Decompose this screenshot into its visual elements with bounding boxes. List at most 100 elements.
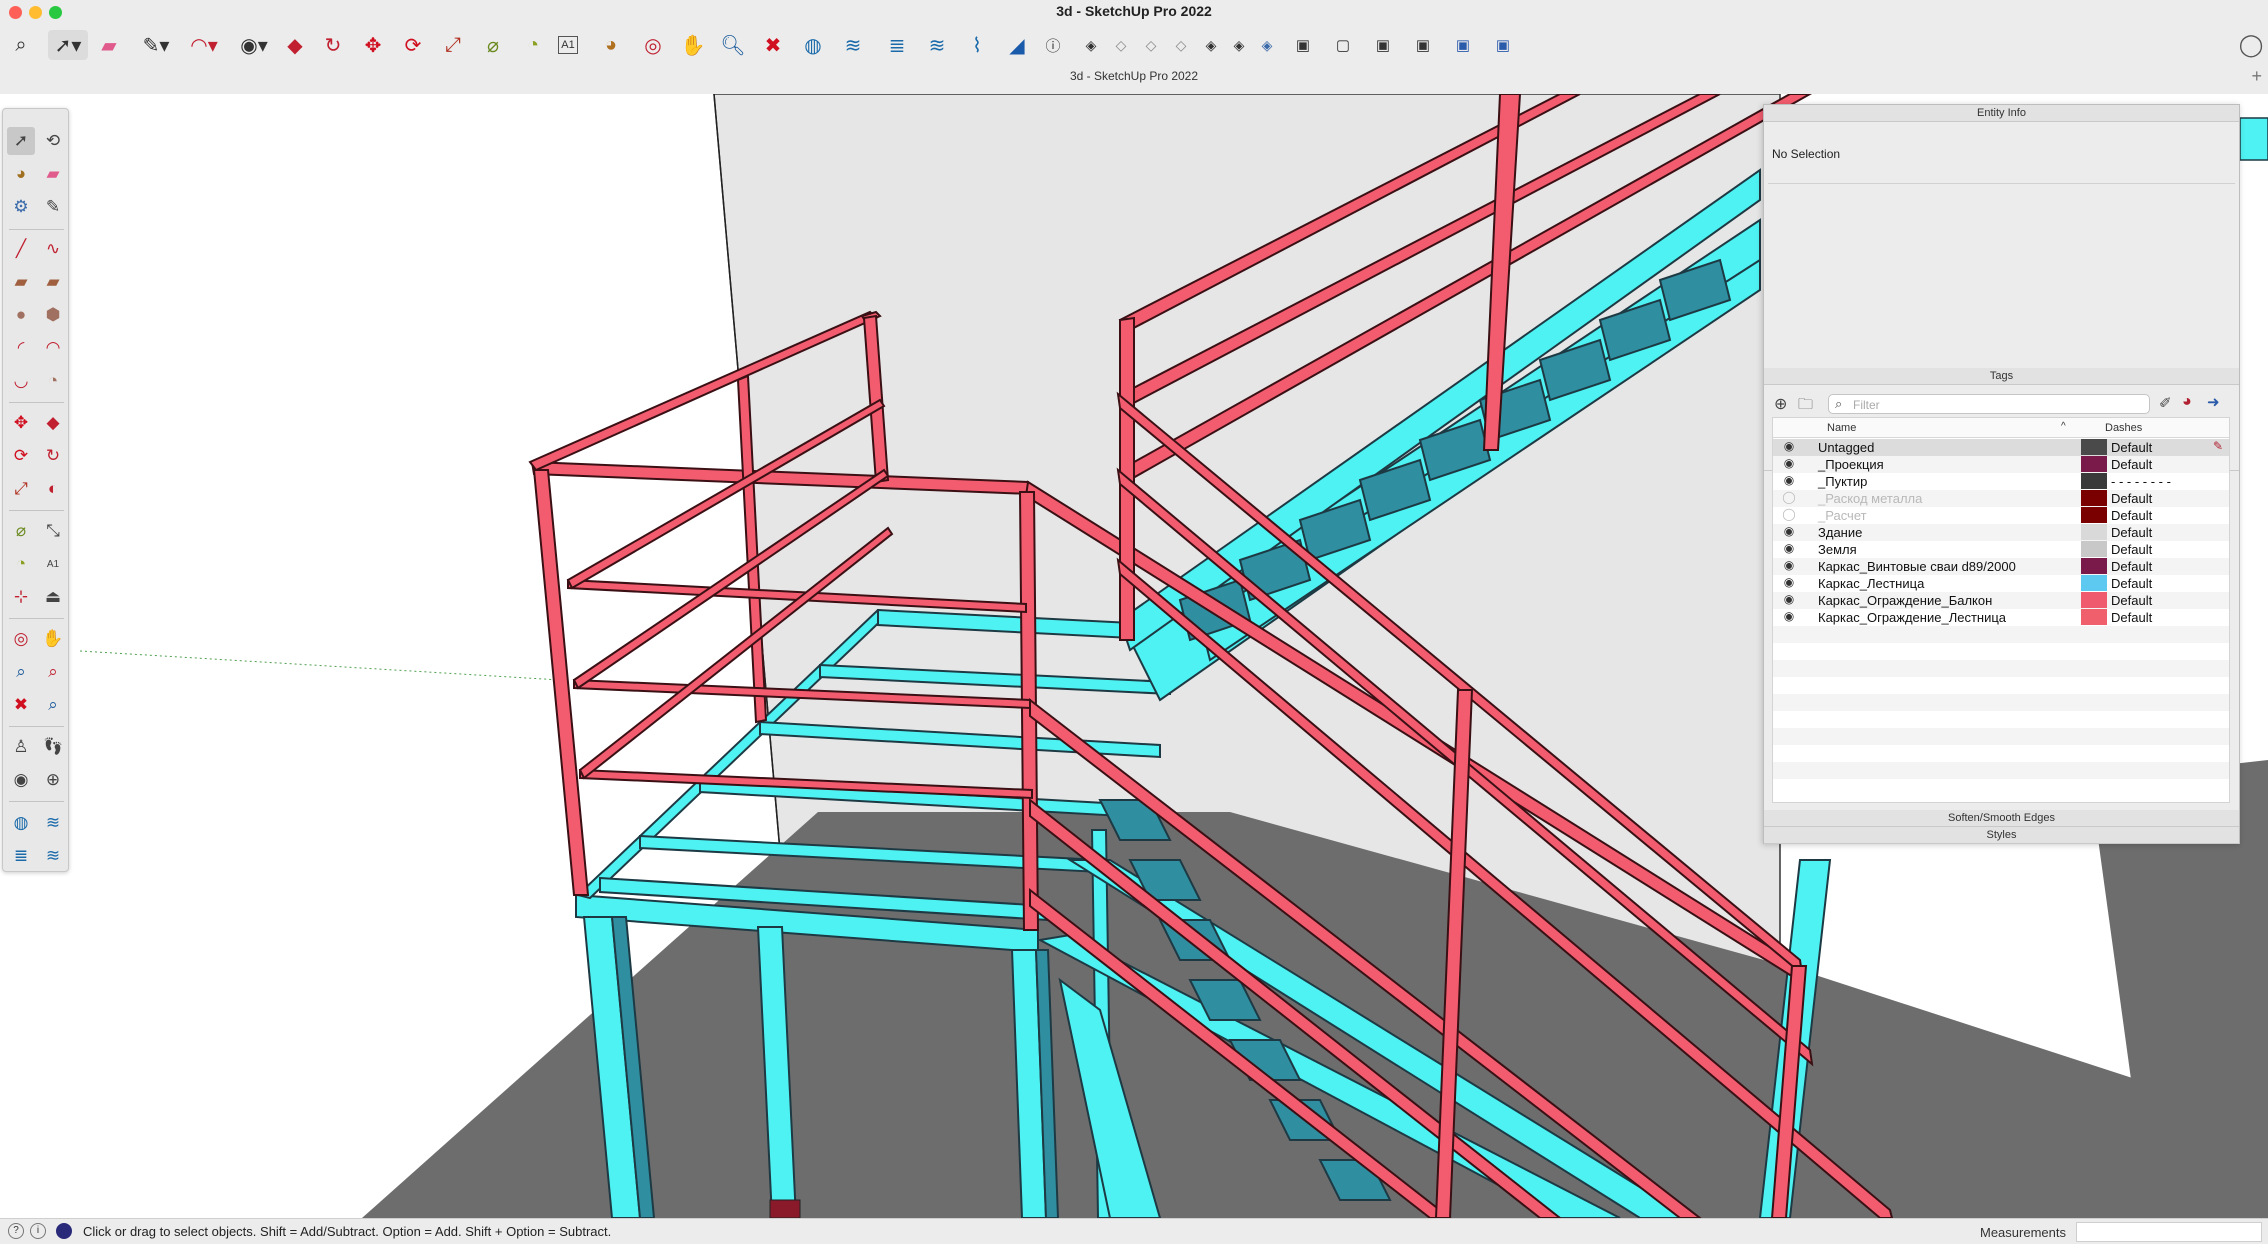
rotated-rectangle-tool-icon[interactable]: ▰ [39, 268, 67, 296]
layers-tool-icon[interactable]: ≣ [7, 842, 35, 870]
position-camera-tool-icon[interactable]: ♙ [7, 733, 35, 761]
eye-icon[interactable]: ◉ [1781, 558, 1797, 572]
tag-dashes[interactable]: Default [2111, 457, 2152, 472]
tag-name[interactable]: Земля [1818, 542, 1857, 557]
tag-dashes[interactable]: Default [2111, 610, 2152, 625]
arc-icon[interactable]: ◠▾ [184, 30, 224, 60]
eye-icon[interactable]: ◉ [1781, 524, 1797, 538]
bottom-view-icon[interactable]: ◈ [1252, 30, 1282, 60]
axes-tool-icon[interactable]: ⊹ [7, 583, 35, 611]
color-by-tag-icon[interactable]: ◕ [2182, 393, 2192, 411]
offset-tool-icon[interactable]: ◐ [39, 475, 67, 503]
3pt-arc-tool-icon[interactable]: ◡ [7, 367, 35, 395]
tag-dashes[interactable]: Default [2111, 508, 2152, 523]
freehand-tool-icon[interactable]: ∿ [39, 235, 67, 263]
paint-bucket-icon[interactable]: ◕ [596, 30, 626, 60]
protractor-tool-icon[interactable]: ◔ [7, 550, 35, 578]
tag-row[interactable]: ◉ Каркас_Винтовые сваи d89/2000 Default [1773, 558, 2229, 575]
tag-name[interactable]: _Раскод металла [1818, 491, 1922, 506]
select-icon[interactable]: ➚▾ [48, 30, 88, 60]
push-pull-tool-icon[interactable]: ◆ [39, 409, 67, 437]
pan-tool-icon[interactable]: ✋ [39, 625, 67, 653]
tags-icon[interactable]: ≋ [838, 30, 868, 60]
tag-name[interactable]: Каркас_Ограждение_Лестница [1818, 610, 2006, 625]
tag-name[interactable]: _Проекция [1818, 457, 1884, 472]
eye-closed-icon[interactable]: ◯ [1781, 507, 1797, 521]
scale-icon[interactable]: ⤢ [438, 30, 468, 60]
zoom-extents-icon[interactable]: ✖ [758, 30, 788, 60]
instructor-icon[interactable] [56, 1223, 72, 1239]
tag-color-swatch[interactable] [2081, 592, 2107, 608]
pencil-tool-icon[interactable]: ✎ [39, 193, 67, 221]
tag-color-swatch[interactable] [2081, 507, 2107, 523]
tag-dashes[interactable]: Default [2111, 491, 2152, 506]
sandbox-icon[interactable]: ⌇ [962, 30, 992, 60]
scale-tool-icon[interactable]: ⤢ [7, 475, 35, 503]
measurements-input[interactable] [2076, 1222, 2262, 1242]
pie-tool-icon[interactable]: ◔ [39, 367, 67, 395]
tag-color-swatch[interactable] [2081, 541, 2107, 557]
tags-filter-input[interactable]: ⌕ Filter [1828, 394, 2150, 414]
tag-color-swatch[interactable] [2081, 558, 2107, 574]
orbit-icon[interactable]: ◎ [638, 30, 668, 60]
section-plane-tool-icon[interactable]: ⊕ [39, 766, 67, 794]
tag-row[interactable]: ◉ _Проекция Default [1773, 456, 2229, 473]
credits-icon[interactable]: i [30, 1223, 46, 1239]
add-tab-button[interactable]: + [2251, 66, 2262, 87]
outliner-tool-icon[interactable]: ◍ [7, 809, 35, 837]
tag-dashes[interactable]: Default [2111, 542, 2152, 557]
tape-measure-icon[interactable]: ⌀ [478, 30, 508, 60]
select-tool-icon[interactable]: ➚ [7, 127, 35, 155]
eye-icon[interactable]: ◉ [1781, 473, 1797, 487]
textured-style-icon[interactable]: ▣ [1448, 30, 1478, 60]
eye-icon[interactable]: ◉ [1781, 609, 1797, 623]
tag-color-swatch[interactable] [2081, 490, 2107, 506]
zoom-tool-icon[interactable]: ⌕ [7, 658, 35, 686]
tag-dashes[interactable]: Default [2111, 593, 2152, 608]
zoom-window-tool-icon[interactable]: ⌕ [39, 658, 67, 686]
back-view-icon[interactable]: ◈ [1196, 30, 1226, 60]
follow-me-icon[interactable]: ↻ [318, 30, 348, 60]
section-tool-icon[interactable]: ⏏ [39, 583, 67, 611]
pencil-icon[interactable]: ✎▾ [136, 30, 176, 60]
sandbox-tool-icon[interactable]: ≋ [39, 842, 67, 870]
tag-name[interactable]: Каркас_Ограждение_Балкон [1818, 593, 1992, 608]
dimension-tool-icon[interactable]: ⤡ [39, 517, 67, 545]
eye-icon[interactable]: ◉ [1781, 592, 1797, 606]
tag-row[interactable]: ◯ _Расчет Default [1773, 507, 2229, 524]
eraser-icon[interactable]: ▰ [94, 30, 124, 60]
text-icon[interactable]: A1 [558, 36, 578, 54]
tag-tool-icon[interactable]: ✐ [2159, 394, 2172, 412]
tags-tool-icon[interactable]: ⚙ [7, 193, 35, 221]
tag-color-swatch[interactable] [2081, 439, 2107, 455]
left-view-icon[interactable]: ◈ [1224, 30, 1254, 60]
entity-info-header[interactable]: Entity Info [1764, 105, 2239, 122]
push-pull-icon[interactable]: ◆ [280, 30, 310, 60]
tag-row[interactable]: ◉ Untagged Default ✎ [1773, 439, 2229, 456]
front-view-icon[interactable]: ◇ [1136, 30, 1166, 60]
tag-row[interactable]: ◉ Каркас_Лестница Default [1773, 575, 2229, 592]
tag-dashes[interactable]: - - - - - - - - [2111, 474, 2171, 489]
eye-icon[interactable]: ◉ [1781, 575, 1797, 589]
soften-edges-header[interactable]: Soften/Smooth Edges [1764, 810, 2239, 827]
tag-name[interactable]: Untagged [1818, 440, 1874, 455]
tag-row[interactable]: ◉ _Пуктир - - - - - - - - [1773, 473, 2229, 490]
info-icon[interactable]: ⓘ [1038, 30, 1068, 60]
text-tool-icon[interactable]: A1 [39, 550, 67, 578]
tag-row[interactable]: ◉ Каркас_Ограждение_Лестница Default [1773, 609, 2229, 626]
orbit-tool-icon[interactable]: ◎ [7, 625, 35, 653]
move-tool-icon[interactable]: ✥ [7, 409, 35, 437]
eye-icon[interactable]: ◉ [1781, 456, 1797, 470]
eye-icon[interactable]: ◉ [1781, 439, 1797, 453]
iso-view-icon[interactable]: ◈ [1076, 30, 1106, 60]
tag-name[interactable]: _Пуктир [1818, 474, 1867, 489]
geo-location-icon[interactable]: ? [8, 1223, 24, 1239]
monochrome-style-icon[interactable]: ▣ [1488, 30, 1518, 60]
rectangle-tool-icon[interactable]: ▰ [7, 268, 35, 296]
add-tag-folder-icon[interactable]: 🗀︎ [1798, 394, 1813, 419]
rotate-tool-icon[interactable]: ⟳ [7, 442, 35, 470]
line-tool-icon[interactable]: ╱ [7, 235, 35, 263]
dashes-column-header[interactable]: Dashes [2105, 422, 2142, 434]
zoom-icon[interactable]: 🔍︎ [718, 30, 748, 60]
tag-row[interactable]: ◉ Земля Default [1773, 541, 2229, 558]
